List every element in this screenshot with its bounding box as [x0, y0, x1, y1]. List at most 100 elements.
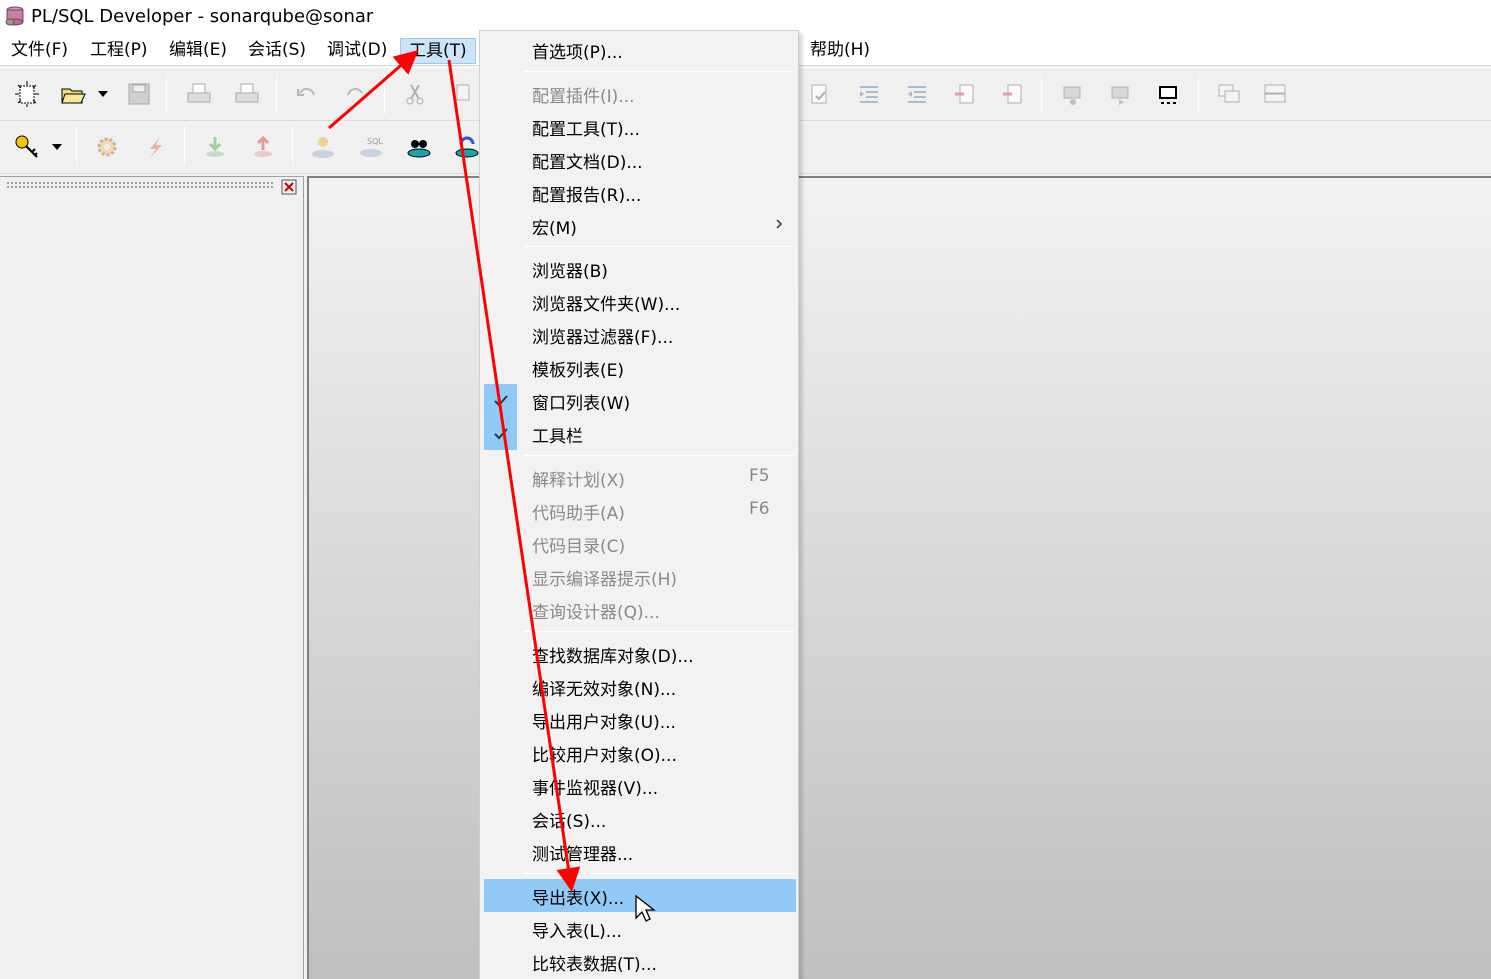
redo-button[interactable] — [338, 77, 372, 111]
menu-item-event-monitor[interactable]: 事件监视器(V)... — [484, 769, 796, 802]
dropdown-arrow-icon — [52, 144, 62, 150]
checkmark-icon — [484, 384, 517, 417]
lightning-icon — [150, 137, 162, 158]
database-sql-icon: SQL — [360, 137, 383, 157]
document-arrow-icon — [1003, 84, 1022, 104]
document-arrow-icon — [955, 84, 974, 104]
toolbar-separator — [184, 126, 185, 166]
printer-icon — [187, 83, 211, 103]
toolbar-separator — [292, 126, 293, 166]
macro-library-button[interactable] — [1152, 77, 1186, 111]
menu-separator — [524, 631, 794, 632]
menu-separator — [524, 873, 794, 874]
document-check-icon — [811, 84, 827, 104]
copy-button[interactable] — [448, 77, 482, 111]
app-window: PL/SQL Developer - sonarqube@sonar 文件(F)… — [0, 0, 1491, 979]
key-icon — [15, 135, 38, 158]
svg-text:SQL: SQL — [367, 137, 383, 146]
menu-item-configure-reports[interactable]: 配置报告(R)... — [484, 176, 796, 209]
break-button[interactable] — [138, 130, 172, 164]
open-button[interactable] — [56, 77, 90, 111]
submenu-arrow-icon — [776, 219, 783, 229]
print-button[interactable] — [182, 77, 216, 111]
menu-item-export-user-objects[interactable]: 导出用户对象(U)... — [484, 703, 796, 736]
indent-button[interactable] — [852, 77, 886, 111]
undo-icon — [297, 88, 315, 96]
tile-windows-icon — [1264, 84, 1286, 103]
sql-trace-button[interactable] — [306, 130, 340, 164]
menu-item-code-assistant[interactable]: 代码助手(A) F6 — [484, 494, 796, 527]
menu-item-toolbar[interactable]: 工具栏 — [484, 417, 796, 450]
menu-item-template-list[interactable]: 模板列表(E) — [484, 351, 796, 384]
macro-play-button[interactable] — [1104, 77, 1138, 111]
menu-edit[interactable]: 编辑(E) — [167, 38, 229, 64]
folder-open-icon — [61, 88, 86, 104]
menu-item-test-manager[interactable]: 测试管理器... — [484, 835, 796, 868]
menu-item-configure-tools[interactable]: 配置工具(T)... — [484, 110, 796, 143]
menu-item-window-list[interactable]: 窗口列表(W) — [484, 384, 796, 417]
execute-button[interactable] — [90, 130, 124, 164]
menu-file[interactable]: 文件(F) — [9, 38, 70, 64]
menu-tools[interactable]: 工具(T) — [400, 38, 476, 64]
menu-item-browser-folders[interactable]: 浏览器文件夹(W)... — [484, 285, 796, 318]
menu-item-sessions[interactable]: 会话(S)... — [484, 802, 796, 835]
database-app-icon — [5, 6, 24, 26]
menu-item-query-builder[interactable]: 查询设计器(Q)... — [484, 593, 796, 626]
explain-button[interactable] — [402, 130, 436, 164]
print-preview-button[interactable] — [230, 77, 264, 111]
menu-item-compile-invalid-objects[interactable]: 编译无效对象(N)... — [484, 670, 796, 703]
gear-icon — [97, 137, 117, 157]
database-binoculars-icon — [407, 140, 431, 158]
database-down-icon — [206, 137, 224, 157]
menu-separator — [524, 246, 794, 247]
menu-item-macro[interactable]: 宏(M) — [484, 209, 796, 242]
tools-dropdown-menu: 首选项(P)... 配置插件(I)... 配置工具(T)... 配置文档(D).… — [479, 30, 799, 979]
menu-item-find-db-objects[interactable]: 查找数据库对象(D)... — [484, 637, 796, 670]
sql-window-button[interactable]: SQL — [354, 130, 388, 164]
film-camera-icon — [1159, 86, 1177, 104]
rollback-button[interactable] — [246, 130, 280, 164]
menu-item-compare-table-data[interactable]: 比较表数据(T)... — [484, 945, 796, 978]
logon-button[interactable] — [10, 130, 44, 164]
toolbar-separator — [76, 126, 77, 166]
menu-item-code-contents[interactable]: 代码目录(C) — [484, 527, 796, 560]
menu-debug[interactable]: 调试(D) — [325, 38, 389, 64]
menu-project[interactable]: 工程(P) — [88, 38, 150, 64]
new-button[interactable] — [10, 77, 44, 111]
menu-item-configure-plugins[interactable]: 配置插件(I)... — [484, 77, 796, 110]
commit-button[interactable] — [198, 130, 232, 164]
database-up-icon — [254, 135, 272, 157]
macro-record-button[interactable] — [1056, 77, 1090, 111]
menu-item-preferences[interactable]: 首选项(P)... — [484, 33, 796, 66]
menu-item-explain-plan[interactable]: 解释计划(X) F5 — [484, 461, 796, 494]
database-refresh-icon — [455, 136, 479, 158]
menu-separator — [524, 71, 794, 72]
menu-item-compare-user-objects[interactable]: 比较用户对象(O)... — [484, 736, 796, 769]
save-button[interactable] — [122, 77, 156, 111]
cut-button[interactable] — [398, 77, 432, 111]
menu-item-configure-documents[interactable]: 配置文档(D)... — [484, 143, 796, 176]
logon-dropdown-button[interactable] — [46, 130, 68, 164]
menu-help[interactable]: 帮助(H) — [808, 38, 872, 64]
panel-close-icon[interactable] — [281, 179, 297, 195]
toolbar-doc-button[interactable] — [803, 77, 837, 111]
new-file-icon — [15, 81, 39, 107]
menu-item-compiler-hints[interactable]: 显示编译器提示(H) — [484, 560, 796, 593]
open-dropdown-button[interactable] — [92, 77, 114, 111]
panel-drag-grip[interactable] — [6, 181, 274, 189]
toolbar-separator — [1041, 74, 1042, 114]
undo-button[interactable] — [290, 77, 324, 111]
cascade-windows-button[interactable] — [1212, 77, 1246, 111]
copy-icon — [456, 84, 470, 101]
comment-button[interactable] — [948, 77, 982, 111]
unindent-button[interactable] — [900, 77, 934, 111]
menu-item-browser[interactable]: 浏览器(B) — [484, 252, 796, 285]
menu-item-browser-filters[interactable]: 浏览器过滤器(F)... — [484, 318, 796, 351]
unindent-icon — [908, 86, 926, 103]
toolbar-separator — [384, 74, 385, 114]
uncomment-button[interactable] — [996, 77, 1030, 111]
menu-session[interactable]: 会话(S) — [246, 38, 308, 64]
tile-windows-button[interactable] — [1258, 77, 1292, 111]
object-browser-panel — [0, 176, 304, 979]
menu-separator — [524, 455, 794, 456]
